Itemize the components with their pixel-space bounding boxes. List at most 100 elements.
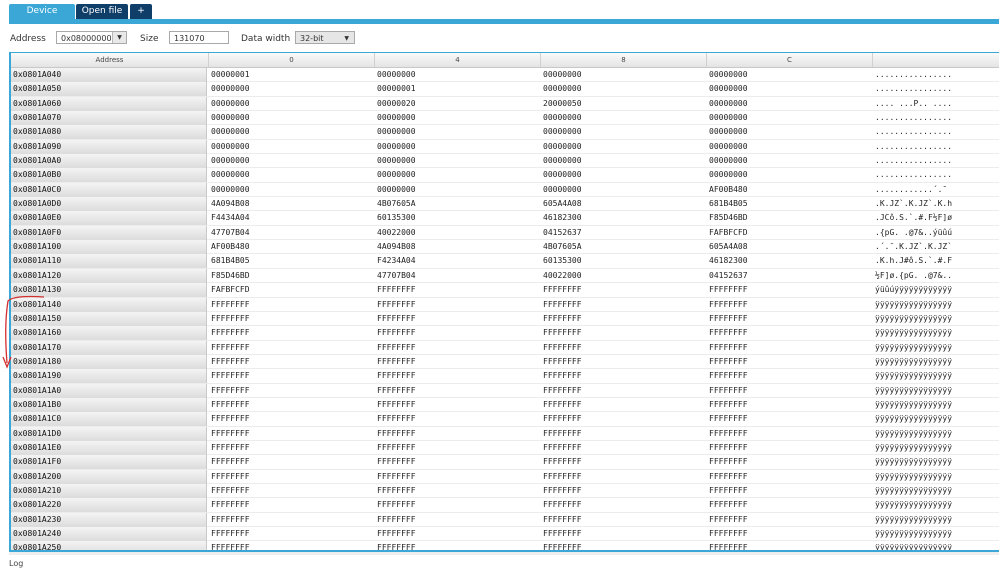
word-4-cell[interactable]: F4234A04 [377,254,416,268]
word-c-cell[interactable]: FFFFFFFF [709,455,748,469]
table-row[interactable]: 0x0801A240 FFFFFFFF FFFFFFFF FFFFFFFF FFFFFF… [11,527,999,542]
tab-open-file[interactable]: Open file [76,4,128,19]
word-0-cell[interactable]: 00000000 [211,82,250,96]
address-input[interactable]: 0x08000000 ▼ [56,31,127,44]
word-8-cell[interactable]: FFFFFFFF [543,527,582,541]
word-c-cell[interactable]: AF00B480 [709,183,748,197]
word-0-cell[interactable]: FFFFFFFF [211,384,250,398]
ascii-cell[interactable]: ÿÿÿÿÿÿÿÿÿÿÿÿÿÿÿÿ [875,412,999,426]
ascii-cell[interactable]: ÿÿÿÿÿÿÿÿÿÿÿÿÿÿÿÿ [875,470,999,484]
word-c-cell[interactable]: FFFFFFFF [709,470,748,484]
word-8-cell[interactable]: 00000000 [543,140,582,154]
word-4-cell[interactable]: 00000020 [377,97,416,111]
word-8-cell[interactable]: FFFFFFFF [543,441,582,455]
word-4-cell[interactable]: 00000000 [377,125,416,139]
ascii-cell[interactable]: ................ [875,140,999,154]
word-8-cell[interactable]: FFFFFFFF [543,326,582,340]
word-4-cell[interactable]: 00000001 [377,82,416,96]
word-c-cell[interactable]: 00000000 [709,68,748,82]
table-row[interactable]: 0x0801A0A0 00000000 00000000 00000000 000000… [11,154,999,169]
ascii-cell[interactable]: ÿÿÿÿÿÿÿÿÿÿÿÿÿÿÿÿ [875,441,999,455]
word-c-cell[interactable]: FFFFFFFF [709,427,748,441]
word-8-cell[interactable]: 4B07605A [543,240,582,254]
word-0-cell[interactable]: 00000001 [211,68,250,82]
word-0-cell[interactable]: FAFBFCFD [211,283,250,297]
table-row[interactable]: 0x0801A170 FFFFFFFF FFFFFFFF FFFFFFFF FFFFFF… [11,340,999,355]
ascii-cell[interactable]: ................ [875,154,999,168]
word-c-cell[interactable]: 00000000 [709,168,748,182]
word-4-cell[interactable]: FFFFFFFF [377,298,416,312]
word-8-cell[interactable]: FFFFFFFF [543,484,582,498]
table-row[interactable]: 0x0801A1B0 FFFFFFFF FFFFFFFF FFFFFFFF FFFFFF… [11,397,999,413]
table-row[interactable]: 0x0801A070 00000000 00000000 00000000 000000… [11,111,999,126]
ascii-cell[interactable]: .JCô.S.`.#.F½F]ø [875,211,999,225]
tab-add[interactable]: + [130,4,152,19]
word-0-cell[interactable]: 00000000 [211,111,250,125]
data-width-select[interactable]: 32-bit ▼ [295,31,355,44]
word-4-cell[interactable]: FFFFFFFF [377,355,416,369]
word-0-cell[interactable]: AF00B480 [211,240,250,254]
ascii-cell[interactable]: ................ [875,125,999,139]
ascii-cell[interactable]: ÿÿÿÿÿÿÿÿÿÿÿÿÿÿÿÿ [875,541,999,550]
word-c-cell[interactable]: 46182300 [709,254,748,268]
table-row[interactable]: 0x0801A080 00000000 00000000 00000000 000000… [11,125,999,140]
word-8-cell[interactable]: 04152637 [543,226,582,240]
word-c-cell[interactable]: FFFFFFFF [709,341,748,355]
word-4-cell[interactable]: 00000000 [377,140,416,154]
word-0-cell[interactable]: 00000000 [211,183,250,197]
word-c-cell[interactable]: FFFFFFFF [709,527,748,541]
word-0-cell[interactable]: FFFFFFFF [211,470,250,484]
word-0-cell[interactable]: FFFFFFFF [211,455,250,469]
word-8-cell[interactable]: FFFFFFFF [543,398,582,412]
word-8-cell[interactable]: FFFFFFFF [543,455,582,469]
word-c-cell[interactable]: FFFFFFFF [709,398,748,412]
word-8-cell[interactable]: 46182300 [543,211,582,225]
word-0-cell[interactable]: FFFFFFFF [211,441,250,455]
word-8-cell[interactable]: FFFFFFFF [543,312,582,326]
table-row[interactable]: 0x0801A090 00000000 00000000 00000000 000000… [11,139,999,155]
word-c-cell[interactable]: FFFFFFFF [709,298,748,312]
ascii-cell[interactable]: .K.h.J#ô.S.`.#.F [875,254,999,268]
ascii-cell[interactable]: .K.JZ`.K.JZ`.K.h [875,197,999,211]
word-c-cell[interactable]: 00000000 [709,97,748,111]
word-c-cell[interactable]: 681B4B05 [709,197,748,211]
word-8-cell[interactable]: FFFFFFFF [543,541,582,550]
word-8-cell[interactable]: FFFFFFFF [543,283,582,297]
word-0-cell[interactable]: FFFFFFFF [211,427,250,441]
word-8-cell[interactable]: 40022000 [543,269,582,283]
ascii-cell[interactable]: .´.¯.K.JZ`.K.JZ` [875,240,999,254]
column-header-4[interactable]: 4 [375,53,541,67]
word-0-cell[interactable]: 00000000 [211,140,250,154]
table-row[interactable]: 0x0801A140 FFFFFFFF FFFFFFFF FFFFFFFF FFFFFF… [11,297,999,312]
word-0-cell[interactable]: FFFFFFFF [211,527,250,541]
ascii-cell[interactable]: ÿÿÿÿÿÿÿÿÿÿÿÿÿÿÿÿ [875,384,999,398]
table-row[interactable]: 0x0801A190 FFFFFFFF FFFFFFFF FFFFFFFF FFFFFF… [11,369,999,384]
word-4-cell[interactable]: FFFFFFFF [377,398,416,412]
chevron-down-icon[interactable]: ▼ [112,32,126,43]
word-4-cell[interactable]: FFFFFFFF [377,484,416,498]
table-row[interactable]: 0x0801A210 FFFFFFFF FFFFFFFF FFFFFFFF FFFFFF… [11,483,999,499]
word-0-cell[interactable]: FFFFFFFF [211,498,250,512]
table-row[interactable]: 0x0801A150 FFFFFFFF FFFFFFFF FFFFFFFF FFFFFF… [11,311,999,327]
word-0-cell[interactable]: F85D46BD [211,269,250,283]
ascii-cell[interactable]: ................ [875,68,999,82]
word-4-cell[interactable]: 40022000 [377,226,416,240]
word-8-cell[interactable]: FFFFFFFF [543,355,582,369]
word-8-cell[interactable]: 20000050 [543,97,582,111]
word-8-cell[interactable]: 60135300 [543,254,582,268]
word-4-cell[interactable]: 00000000 [377,68,416,82]
word-0-cell[interactable]: 00000000 [211,125,250,139]
memory-grid[interactable]: Address 0 4 8 C 0x0801A040 00000001 000000… [9,52,999,552]
word-c-cell[interactable]: 00000000 [709,140,748,154]
ascii-cell[interactable]: ................ [875,168,999,182]
ascii-cell[interactable]: ÿÿÿÿÿÿÿÿÿÿÿÿÿÿÿÿ [875,398,999,412]
word-8-cell[interactable]: FFFFFFFF [543,341,582,355]
word-c-cell[interactable]: FFFFFFFF [709,369,748,383]
word-0-cell[interactable]: FFFFFFFF [211,298,250,312]
word-0-cell[interactable]: FFFFFFFF [211,355,250,369]
table-row[interactable]: 0x0801A0F0 47707B04 40022000 04152637 FAFBFC… [11,225,999,241]
word-4-cell[interactable]: 00000000 [377,111,416,125]
table-row[interactable]: 0x0801A0C0 00000000 00000000 00000000 AF00B4… [11,182,999,198]
word-0-cell[interactable]: FFFFFFFF [211,398,250,412]
word-4-cell[interactable]: FFFFFFFF [377,541,416,550]
